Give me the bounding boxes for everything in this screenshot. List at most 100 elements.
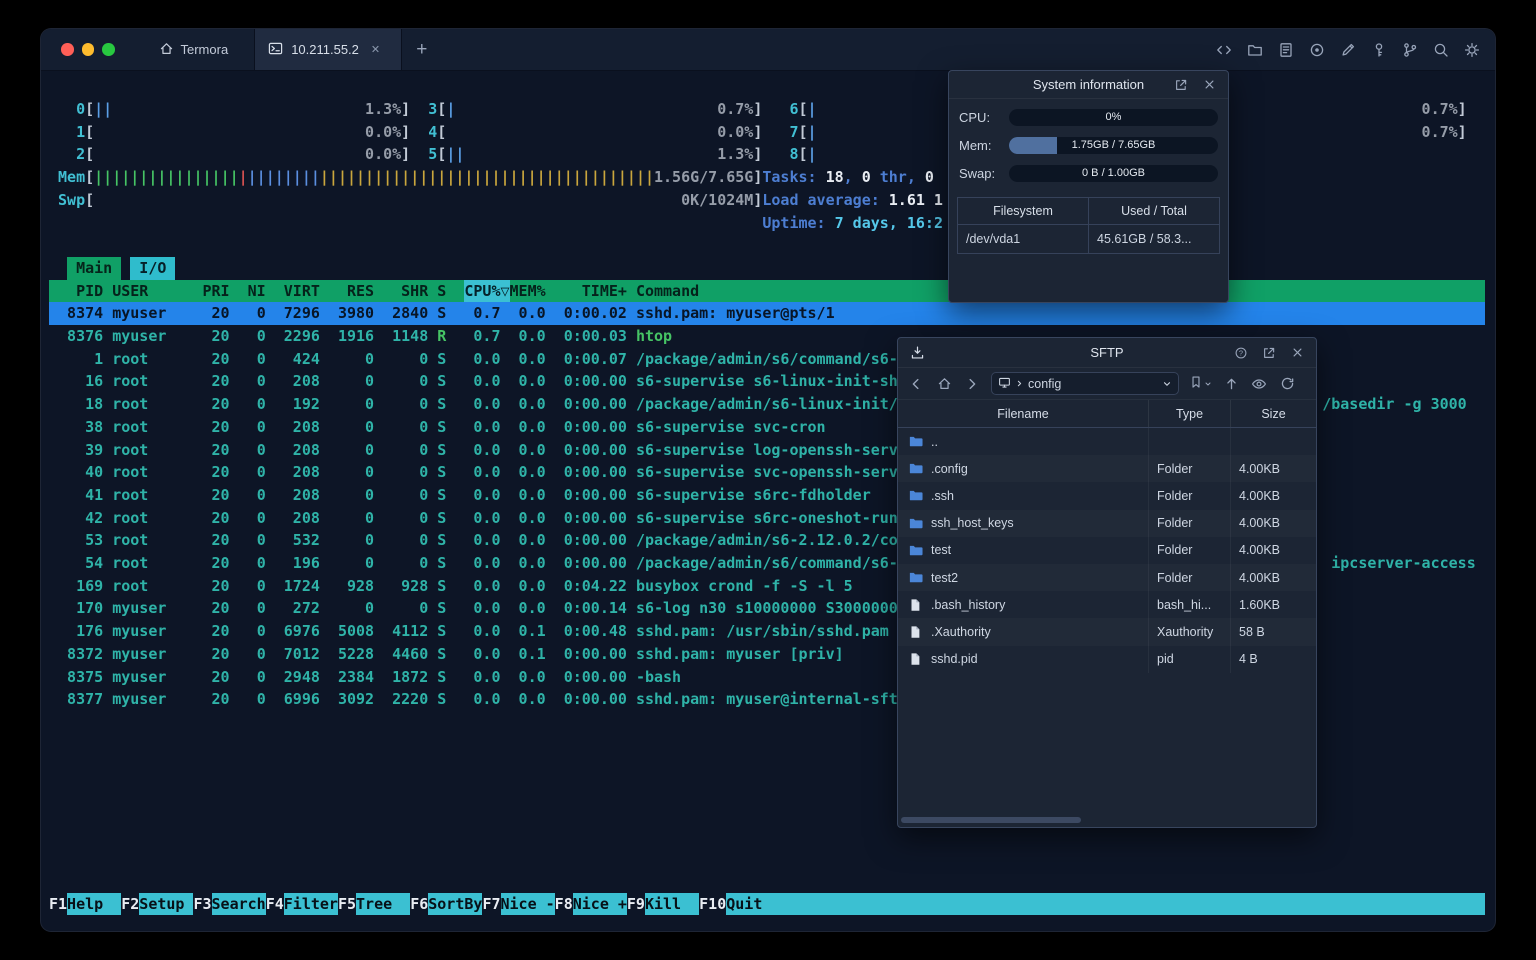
- meter-bracket: [: [85, 145, 95, 164]
- htop-tab-io[interactable]: I/O: [130, 256, 176, 280]
- download-icon[interactable]: [908, 344, 926, 362]
- process-s: S: [437, 599, 447, 618]
- fnkey-label[interactable]: F10: [699, 893, 726, 916]
- refresh-icon[interactable]: [1278, 375, 1296, 393]
- tab-ssh-session[interactable]: 10.211.55.2 ✕: [254, 29, 403, 70]
- column-header-cpu[interactable]: CPU%▽: [464, 279, 510, 303]
- help-icon[interactable]: ?: [1232, 344, 1250, 362]
- fnkey-label[interactable]: F1: [49, 893, 67, 916]
- sftp-file-row[interactable]: ssh_host_keys Folder 4.00KB: [898, 509, 1316, 537]
- process-pri: 20: [211, 440, 230, 459]
- search-icon[interactable]: [1432, 41, 1450, 59]
- process-pri: 20: [211, 576, 230, 595]
- column-header[interactable]: NI: [248, 280, 266, 303]
- fnkey-action[interactable]: Quit: [726, 892, 781, 916]
- process-user: root: [112, 440, 149, 459]
- fnkey-label[interactable]: F8: [555, 893, 573, 916]
- column-header[interactable]: S: [437, 280, 446, 303]
- column-header[interactable]: MEM%: [510, 280, 546, 303]
- fnkey-action[interactable]: Help: [67, 892, 122, 916]
- git-branch-icon[interactable]: [1401, 41, 1419, 59]
- sftp-file-row[interactable]: ..: [898, 428, 1316, 456]
- sftp-file-row[interactable]: test2 Folder 4.00KB: [898, 563, 1316, 592]
- zoom-window-button[interactable]: [102, 43, 115, 56]
- close-icon[interactable]: [1200, 76, 1218, 94]
- tab-termora-home[interactable]: Termora: [133, 29, 255, 70]
- sftp-file-row[interactable]: test Folder 4.00KB: [898, 536, 1316, 564]
- process-shr: 0: [419, 372, 429, 391]
- close-tab-icon[interactable]: ✕: [371, 43, 380, 56]
- meter-bracket: ]: [1457, 122, 1467, 141]
- htop-tab-main[interactable]: Main: [67, 256, 122, 280]
- fnkey-action[interactable]: Filter: [283, 892, 338, 916]
- minimize-window-button[interactable]: [81, 43, 94, 56]
- column-header-size[interactable]: Size: [1230, 400, 1316, 427]
- code-icon[interactable]: [1215, 41, 1233, 59]
- fnkey-label[interactable]: F4: [266, 893, 284, 916]
- column-header[interactable]: PRI: [203, 280, 230, 303]
- open-in-window-icon[interactable]: [1172, 76, 1190, 94]
- fnkey-label[interactable]: F6: [410, 893, 428, 916]
- fnkey-action[interactable]: Nice +: [572, 892, 627, 916]
- new-tab-button[interactable]: +: [402, 29, 441, 70]
- go-up-icon[interactable]: [1222, 375, 1240, 393]
- edit-icon[interactable]: [1339, 41, 1357, 59]
- fnkey-label[interactable]: F2: [121, 893, 139, 916]
- folder-icon: [908, 570, 925, 585]
- sftp-file-row[interactable]: sshd.pid pid 4 B: [898, 645, 1316, 673]
- process-time: 0:00.00: [563, 417, 627, 436]
- meter-bracket: [: [798, 122, 808, 141]
- fnkey-action[interactable]: Tree: [356, 892, 411, 916]
- title-bar: Termora 10.211.55.2 ✕ +: [41, 29, 1495, 71]
- fnkey-label[interactable]: F7: [482, 893, 500, 916]
- settings-icon[interactable]: [1463, 41, 1481, 59]
- fnkey-action[interactable]: Kill: [644, 892, 700, 916]
- file-icon: [908, 625, 925, 639]
- fnkey-label[interactable]: F3: [193, 893, 211, 916]
- bookmark-button[interactable]: [1189, 375, 1212, 392]
- process-cpu: 0.0: [473, 644, 501, 663]
- column-header[interactable]: PID: [76, 280, 103, 303]
- column-header[interactable]: VIRT: [284, 280, 320, 303]
- sftp-file-row[interactable]: .ssh Folder 4.00KB: [898, 482, 1316, 510]
- process-pri: 20: [211, 508, 230, 527]
- close-window-button[interactable]: [61, 43, 74, 56]
- column-header[interactable]: TIME+: [582, 280, 627, 303]
- folder-icon[interactable]: [1246, 41, 1264, 59]
- process-pri: 20: [211, 349, 230, 368]
- fnkey-action[interactable]: Search: [211, 892, 266, 916]
- fnkey-label[interactable]: F9: [627, 893, 645, 916]
- process-pri: 20: [211, 599, 230, 618]
- horizontal-scrollbar-thumb[interactable]: [901, 817, 1081, 823]
- meter-progress-bar: 0%: [1009, 109, 1218, 126]
- column-header[interactable]: RES: [347, 280, 374, 303]
- sftp-file-row[interactable]: .bash_history bash_hi... 1.60KB: [898, 591, 1316, 619]
- cpu-meter-label: 7: [789, 122, 799, 141]
- column-header[interactable]: SHR: [401, 280, 428, 303]
- load-average-stat: Load average:: [762, 190, 889, 209]
- key-icon[interactable]: [1370, 41, 1388, 59]
- file-size: 4.00KB: [1230, 563, 1316, 592]
- chevron-down-icon[interactable]: [1162, 379, 1172, 389]
- file-list-icon[interactable]: [1277, 41, 1295, 59]
- open-in-window-icon[interactable]: [1260, 344, 1278, 362]
- record-icon[interactable]: [1308, 41, 1326, 59]
- back-icon[interactable]: [907, 375, 925, 393]
- column-header[interactable]: Command: [636, 280, 699, 303]
- column-header-filename[interactable]: Filename: [898, 400, 1148, 427]
- forward-icon[interactable]: [963, 375, 981, 393]
- column-header[interactable]: USER: [112, 280, 148, 303]
- fnkey-label[interactable]: F5: [338, 893, 356, 916]
- sftp-file-row[interactable]: .config Folder 4.00KB: [898, 455, 1316, 483]
- show-hidden-eye-icon[interactable]: [1250, 375, 1268, 393]
- fnkey-action[interactable]: SortBy: [428, 892, 483, 916]
- fnkey-action[interactable]: Nice -: [500, 892, 555, 916]
- process-time: 0:00.03: [563, 327, 627, 345]
- close-icon[interactable]: [1288, 344, 1306, 362]
- fnkey-action[interactable]: Setup: [139, 892, 194, 916]
- column-header-type[interactable]: Type: [1148, 400, 1230, 427]
- process-cmd: htop: [635, 327, 673, 345]
- path-breadcrumb[interactable]: config: [991, 372, 1179, 395]
- home-icon[interactable]: [935, 375, 953, 393]
- sftp-file-row[interactable]: .Xauthority Xauthority 58 B: [898, 618, 1316, 646]
